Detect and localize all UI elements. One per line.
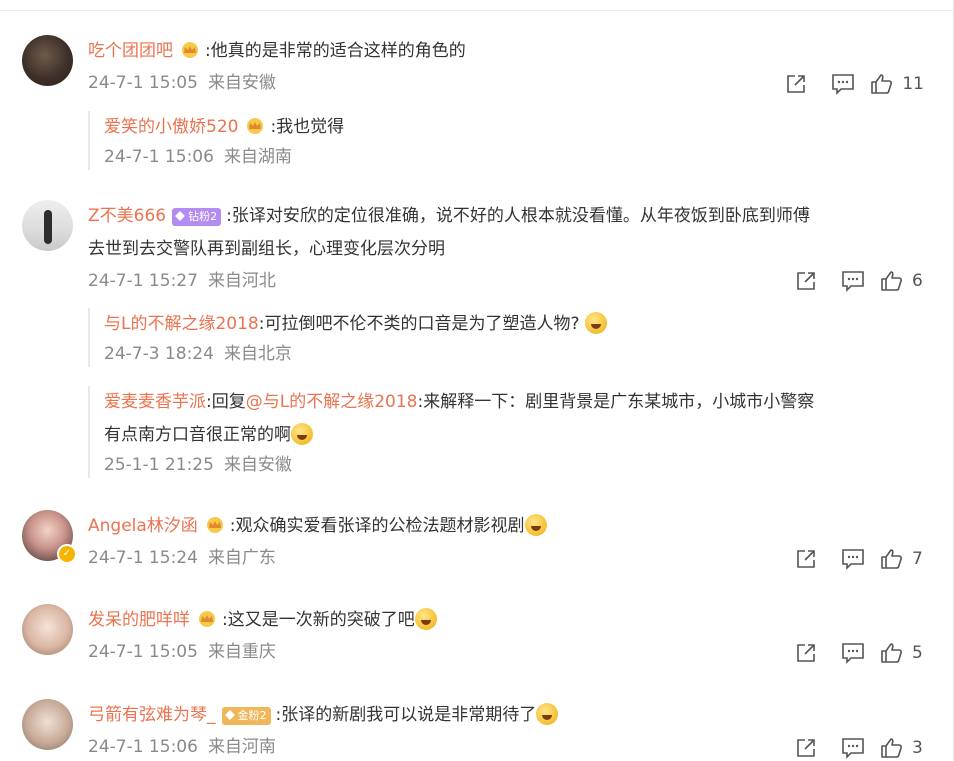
- comment-date: 24-7-1 15:27: [88, 271, 198, 291]
- comment-location: 来自广东: [207, 548, 276, 568]
- crown-badge-icon: [244, 117, 266, 135]
- comment-username[interactable]: 吃个团团吧: [88, 41, 173, 61]
- comment-text: :他真的是非常的适合这样的角色的: [205, 41, 466, 61]
- comment-username[interactable]: 发呆的肥咩咩: [88, 610, 190, 630]
- reply-item: 爱麦麦香芋派:回复@与L的不解之缘2018:来解释一下：剧里背景是广东某城市，小…: [88, 386, 924, 478]
- comment-icon: [842, 738, 864, 759]
- comment-text: :这又是一次新的突破了吧: [222, 610, 415, 630]
- comment-icon: [842, 549, 864, 570]
- like-button[interactable]: 5: [876, 640, 924, 666]
- share-button[interactable]: [784, 640, 830, 666]
- reply-location: 来自北京: [223, 344, 292, 364]
- reply-date: 24-7-1 15:06: [104, 147, 214, 167]
- comment-text: :张译的新剧我可以说是非常期待了: [275, 705, 537, 725]
- comment-icon: [842, 271, 864, 292]
- comment-button[interactable]: [830, 546, 876, 572]
- comment-text: :观众确实爱看张译的公检法题材影视剧: [229, 516, 525, 536]
- reply-date: 24-7-3 18:24: [104, 344, 214, 364]
- avatar[interactable]: [22, 35, 73, 86]
- thumbs-up-icon: [881, 738, 902, 758]
- top-divider: [0, 10, 954, 11]
- avatar[interactable]: [22, 200, 73, 251]
- like-button[interactable]: 7: [876, 546, 924, 572]
- share-icon: [797, 272, 815, 290]
- comment-actions: 11: [774, 71, 924, 97]
- like-button[interactable]: 6: [876, 268, 924, 294]
- like-count: 5: [912, 643, 923, 663]
- comment-date: 24-7-1 15:05: [88, 642, 198, 662]
- avatar[interactable]: [22, 699, 73, 750]
- share-button[interactable]: [784, 546, 830, 572]
- comment-text-continued: 去世到去交警队再到副组长，心理变化层次分明: [88, 239, 445, 259]
- emoji-icon: [291, 423, 313, 445]
- like-count: 11: [902, 74, 924, 94]
- like-count: 6: [912, 271, 923, 291]
- comment-button[interactable]: [830, 268, 876, 294]
- emoji-icon: [524, 514, 547, 536]
- share-button[interactable]: [774, 71, 820, 97]
- comment-button[interactable]: [820, 71, 866, 97]
- reply-item: 爱笑的小傲娇520 :我也觉得 24-7-1 15:06 来自湖南: [88, 111, 924, 170]
- comment-username[interactable]: Angela林汐函: [88, 516, 198, 536]
- like-button[interactable]: 11: [866, 71, 924, 97]
- comment-button[interactable]: [830, 735, 876, 761]
- emoji-icon: [414, 608, 437, 630]
- comment-actions: 5: [784, 640, 924, 666]
- share-button[interactable]: [784, 268, 830, 294]
- reply-text: :来解释一下：剧里背景是广东某城市，小城市小警察: [417, 392, 815, 412]
- comment-actions: 3: [784, 735, 924, 761]
- reply-text: :可拉倒吧不伦不类的口音是为了塑造人物?: [258, 314, 580, 334]
- comment-actions: 7: [784, 546, 924, 572]
- thumbs-up-icon: [881, 643, 902, 663]
- crown-badge-icon: [179, 41, 201, 59]
- fan-badge: 金粉2: [221, 707, 271, 725]
- reply-username[interactable]: 与L的不解之缘2018: [104, 314, 259, 334]
- reply-username[interactable]: 爱笑的小傲娇520: [104, 117, 238, 137]
- share-button[interactable]: [784, 735, 830, 761]
- share-icon: [787, 75, 806, 93]
- comment-icon: [842, 643, 864, 664]
- comment-date: 24-7-1 15:06: [88, 737, 198, 757]
- like-button[interactable]: 3: [876, 735, 924, 761]
- reply-text-continued: 有点南方口音很正常的啊: [104, 425, 291, 445]
- comment-actions: 6: [784, 268, 924, 294]
- crown-badge-icon: [204, 516, 226, 534]
- emoji-icon: [536, 703, 559, 725]
- comment-text: :张译对安欣的定位很准确，说不好的人根本就没看懂。从年夜饭到卧底到师傅: [226, 206, 810, 226]
- like-count: 7: [912, 549, 923, 569]
- thumbs-up-icon: [881, 549, 902, 569]
- reply-text: :我也觉得: [270, 117, 345, 137]
- comment-button[interactable]: [830, 640, 876, 666]
- share-icon: [797, 644, 815, 662]
- reply-username[interactable]: 爱麦麦香芋派: [104, 392, 206, 412]
- comment-location: 来自安徽: [207, 73, 276, 93]
- reply-mention[interactable]: @与L的不解之缘2018: [246, 392, 418, 412]
- comment-username[interactable]: 弓箭有弦难为琴_: [88, 705, 216, 725]
- comment-location: 来自河南: [207, 737, 276, 757]
- comment-icon: [832, 74, 855, 95]
- comment-username[interactable]: Z不美666: [88, 206, 166, 226]
- reply-date: 25-1-1 21:25: [104, 455, 214, 475]
- verified-badge-icon: ✓: [57, 544, 77, 564]
- like-count: 3: [912, 738, 923, 758]
- share-icon: [797, 739, 815, 757]
- emoji-icon: [584, 312, 607, 334]
- avatar[interactable]: [22, 604, 73, 655]
- comment-location: 来自河北: [207, 271, 276, 291]
- fan-badge: 钻粉2: [172, 208, 222, 226]
- comment-date: 24-7-1 15:24: [88, 548, 198, 568]
- comment-location: 来自重庆: [207, 642, 276, 662]
- reply-item: 与L的不解之缘2018:可拉倒吧不伦不类的口音是为了塑造人物? 24-7-3 1…: [88, 308, 924, 367]
- thumbs-up-icon: [871, 74, 893, 94]
- thumbs-up-icon: [881, 271, 902, 291]
- crown-badge-icon: [196, 610, 218, 628]
- share-icon: [797, 550, 815, 568]
- reply-location: 来自安徽: [223, 455, 292, 475]
- comment-date: 24-7-1 15:05: [88, 73, 198, 93]
- reply-location: 来自湖南: [223, 147, 292, 167]
